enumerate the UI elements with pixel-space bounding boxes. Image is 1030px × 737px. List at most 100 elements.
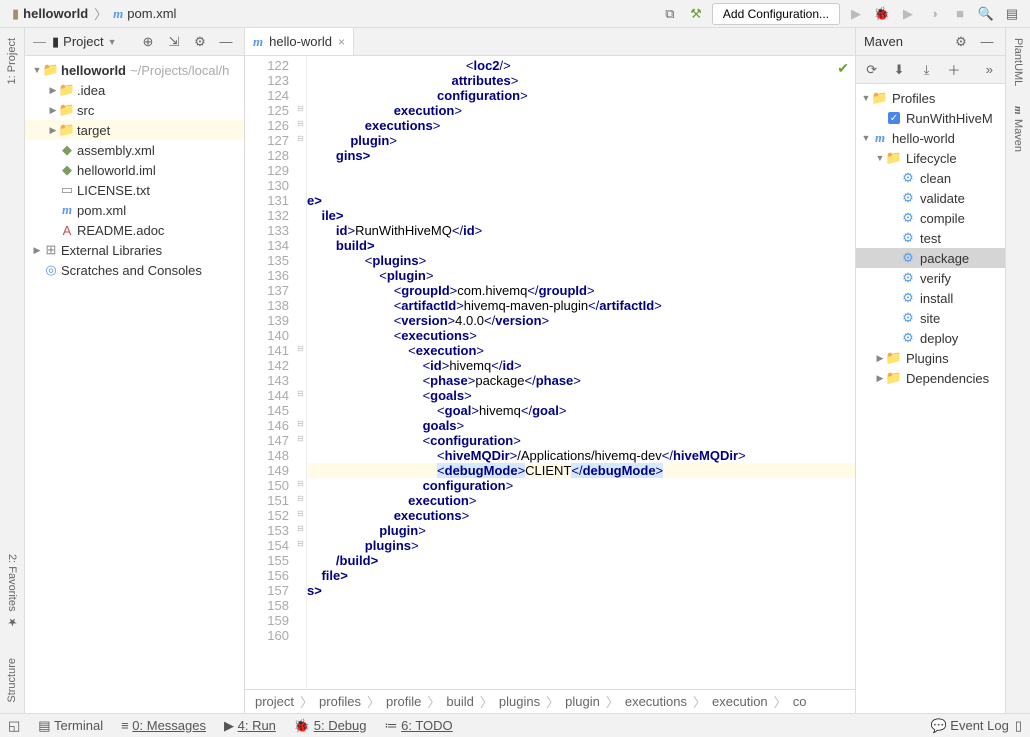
status-todo[interactable]: ≔ 6: TODO	[385, 718, 453, 734]
row-icon: ⚙	[900, 210, 916, 226]
generate-sources-icon[interactable]: ⬇	[889, 60, 908, 80]
settings-icon[interactable]: ⚙	[951, 32, 971, 52]
hide-panel-icon[interactable]: —	[216, 32, 236, 52]
file-icon: ◆	[59, 142, 75, 158]
collapse-icon[interactable]: —	[33, 34, 46, 49]
add-icon[interactable]: ＋	[944, 60, 963, 80]
maven-row[interactable]: ⚙site	[856, 308, 1005, 328]
maven-icon: m	[253, 34, 263, 50]
tab-plantuml-tool[interactable]: PlantUML	[1012, 38, 1024, 86]
expand-icon[interactable]: ▶	[47, 105, 59, 116]
maven-row[interactable]: ⚙deploy	[856, 328, 1005, 348]
debug-icon[interactable]: 🐞	[872, 4, 892, 24]
status-debug[interactable]: 🐞 5: Debug	[294, 718, 367, 734]
event-log[interactable]: 💬 Event Log	[930, 718, 1008, 734]
status-indicator-icon[interactable]: ▯	[1015, 718, 1022, 734]
bc-item[interactable]: plugin	[565, 694, 600, 709]
editor-breadcrumb[interactable]: project〉profiles〉profile〉build〉plugins〉p…	[245, 689, 855, 713]
bc-item[interactable]: executions	[625, 694, 687, 709]
add-configuration-button[interactable]: Add Configuration...	[712, 3, 840, 25]
tree-row[interactable]: ◎Scratches and Consoles	[25, 260, 244, 280]
run-coverage-icon[interactable]: ▶	[898, 4, 918, 24]
bc-item[interactable]: profile	[386, 694, 421, 709]
expand-icon[interactable]: ▼	[874, 153, 886, 163]
tree-label: src	[77, 103, 94, 118]
expand-icon[interactable]: ▼	[860, 133, 872, 143]
profile-icon[interactable]: ◑	[924, 4, 944, 24]
layout-icon[interactable]: ⧉	[660, 4, 680, 24]
layout-toggle-icon[interactable]: ▤	[1002, 4, 1022, 24]
maven-row[interactable]: ▼📁Lifecycle	[856, 148, 1005, 168]
bc-item[interactable]: execution	[712, 694, 768, 709]
tab-favorites-tool[interactable]: ★ 2: Favorites	[6, 554, 19, 628]
expand-icon[interactable]: ▼	[31, 65, 43, 75]
tab-project-tool[interactable]: 1: Project	[6, 38, 18, 84]
code-area[interactable]: <loc2/> attributes> configuration> execu…	[307, 56, 855, 689]
tree-row[interactable]: ▶📁.idea	[25, 80, 244, 100]
tree-row[interactable]: ▼📁helloworld~/Projects/local/h	[25, 60, 244, 80]
tree-row[interactable]: ◆assembly.xml	[25, 140, 244, 160]
settings-icon[interactable]: ⚙	[190, 32, 210, 52]
run-icon[interactable]: ▶	[846, 4, 866, 24]
maven-row[interactable]: ▶📁Plugins	[856, 348, 1005, 368]
tree-row[interactable]: mpom.xml	[25, 200, 244, 220]
maven-row[interactable]: ⚙test	[856, 228, 1005, 248]
status-run[interactable]: ▶ 4: Run	[224, 718, 276, 734]
tree-row[interactable]: ▭LICENSE.txt	[25, 180, 244, 200]
project-tree[interactable]: ▼📁helloworld~/Projects/local/h▶📁.idea▶📁s…	[25, 56, 244, 713]
maven-tree[interactable]: ▼📁Profiles✓RunWithHiveM▼mhello-world▼📁Li…	[856, 84, 1005, 713]
maven-icon: m	[113, 6, 123, 22]
expand-all-icon[interactable]: ⇲	[164, 32, 184, 52]
maven-row[interactable]: ▼📁Profiles	[856, 88, 1005, 108]
row-icon: ⚙	[900, 170, 916, 186]
more-icon[interactable]: »	[980, 60, 999, 80]
breadcrumb-root[interactable]: ▮ helloworld	[8, 6, 92, 22]
tree-row[interactable]: ▶📁target	[25, 120, 244, 140]
inspection-ok-icon[interactable]: ✔	[837, 60, 849, 77]
editor-body[interactable]: ✔ 12212312412512612712812913013113213313…	[245, 56, 855, 689]
download-icon[interactable]: ⤓	[917, 60, 936, 80]
maven-row[interactable]: ▶📁Dependencies	[856, 368, 1005, 388]
bc-item[interactable]: build	[446, 694, 473, 709]
maven-row[interactable]: ⚙verify	[856, 268, 1005, 288]
maven-row[interactable]: ⚙install	[856, 288, 1005, 308]
expand-icon[interactable]: ▶	[874, 353, 886, 364]
tree-row[interactable]: ▶📁src	[25, 100, 244, 120]
expand-icon[interactable]: ▶	[47, 125, 59, 136]
bc-item[interactable]: project	[255, 694, 294, 709]
maven-row[interactable]: ⚙validate	[856, 188, 1005, 208]
maven-row[interactable]: ⚙clean	[856, 168, 1005, 188]
hide-panel-icon[interactable]: —	[977, 32, 997, 52]
breadcrumb-file[interactable]: m pom.xml	[109, 6, 180, 22]
close-icon[interactable]: ×	[338, 35, 345, 49]
tree-label: helloworld	[61, 63, 126, 78]
maven-row[interactable]: ✓RunWithHiveM	[856, 108, 1005, 128]
bc-item[interactable]: profiles	[319, 694, 361, 709]
bc-item[interactable]: co	[793, 694, 807, 709]
tree-row[interactable]: AREADME.adoc	[25, 220, 244, 240]
search-icon[interactable]: 🔍	[976, 4, 996, 24]
status-terminal[interactable]: ▤ Terminal	[38, 718, 103, 734]
maven-toolbar: ⟳ ⬇ ⤓ ＋ »	[856, 56, 1005, 84]
expand-icon[interactable]: ▶	[31, 245, 43, 256]
locate-icon[interactable]: ⊕	[138, 32, 158, 52]
fold-column[interactable]: ⊟⊟⊟⊟⊟⊟⊟⊟⊟⊟⊟⊟	[295, 56, 307, 689]
project-view-selector[interactable]: ▮ Project ▼	[52, 34, 117, 50]
expand-icon[interactable]: ▼	[860, 93, 872, 103]
maven-row[interactable]: ▼mhello-world	[856, 128, 1005, 148]
editor-tab-hello-world[interactable]: m hello-world ×	[245, 28, 354, 55]
tree-row[interactable]: ▶⊞External Libraries	[25, 240, 244, 260]
expand-icon[interactable]: ▶	[47, 85, 59, 96]
maven-row[interactable]: ⚙compile	[856, 208, 1005, 228]
tree-row[interactable]: ◆helloworld.iml	[25, 160, 244, 180]
maven-row[interactable]: ⚙package	[856, 248, 1005, 268]
hammer-build-icon[interactable]: ⚒	[686, 4, 706, 24]
tab-maven-tool[interactable]: m Maven	[1012, 106, 1024, 152]
reimport-icon[interactable]: ⟳	[862, 60, 881, 80]
bc-item[interactable]: plugins	[499, 694, 540, 709]
corner-icon[interactable]: ◱	[8, 718, 20, 734]
tab-structure-tool[interactable]: Structure	[6, 658, 18, 703]
stop-icon[interactable]: ■	[950, 4, 970, 24]
expand-icon[interactable]: ▶	[874, 373, 886, 384]
status-messages[interactable]: ≡ 0: Messages	[121, 718, 206, 733]
